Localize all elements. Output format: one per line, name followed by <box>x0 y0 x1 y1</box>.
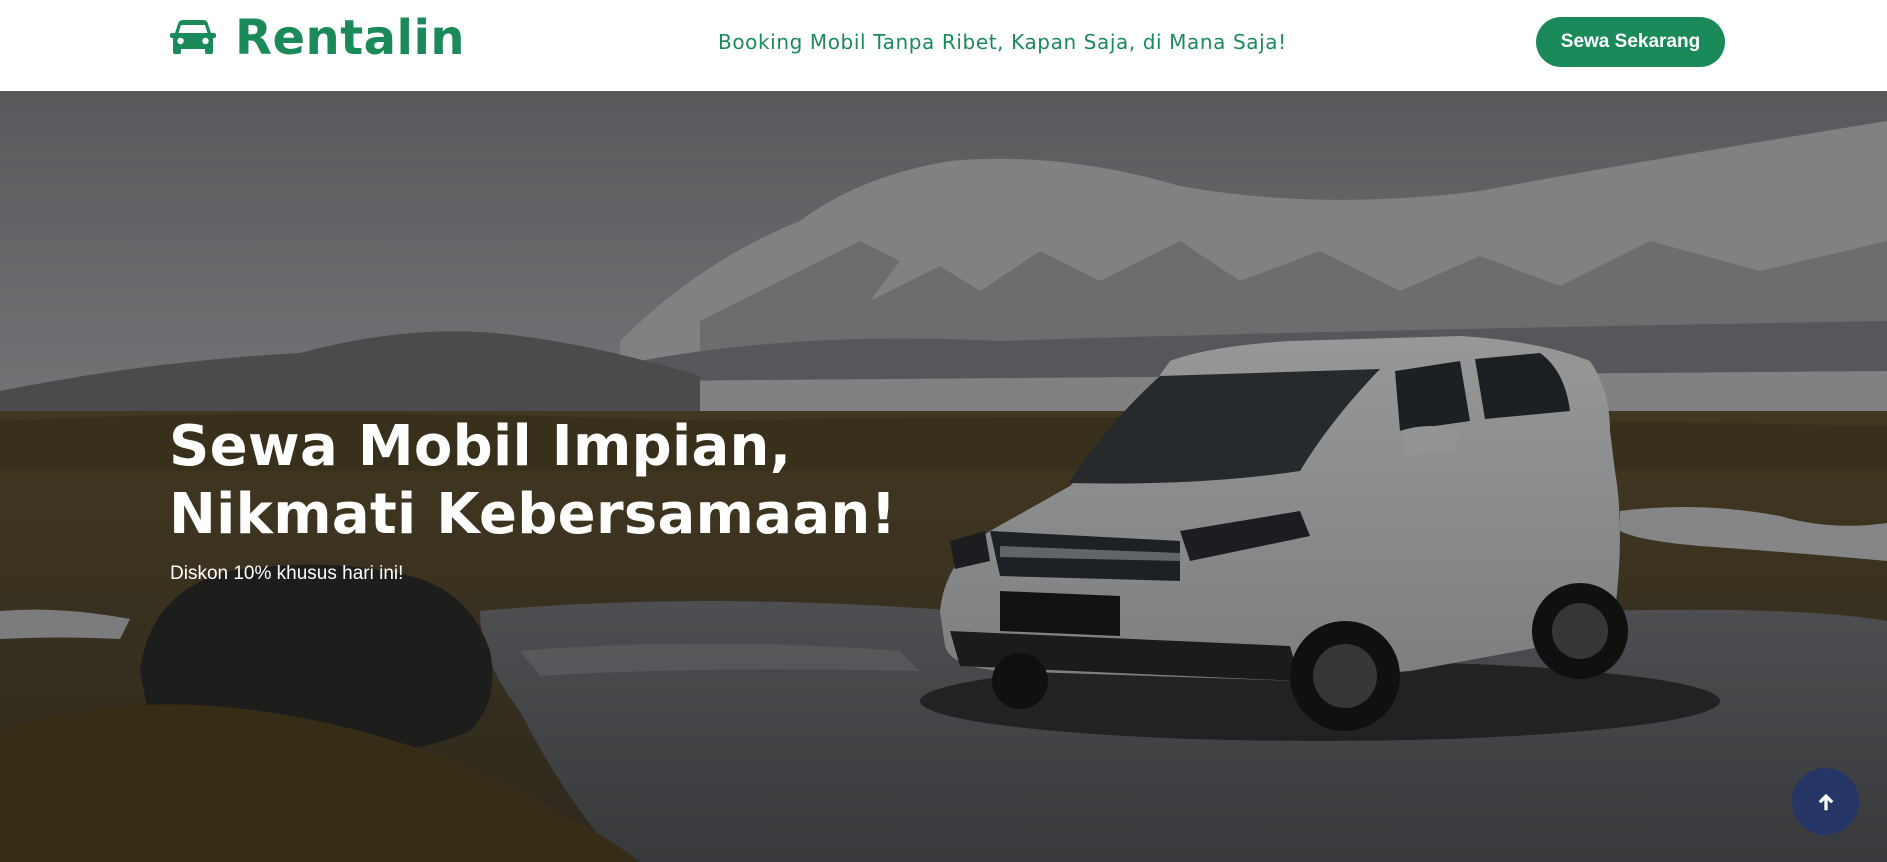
brand-name: Rentalin <box>235 10 466 66</box>
hero-title-line-2: Nikmati Kebersamaan! <box>169 482 897 547</box>
car-icon <box>170 20 216 54</box>
hero-section: Sewa Mobil Impian, Nikmati Kebersamaan! … <box>0 91 1887 862</box>
page: Rentalin Booking Mobil Tanpa Ribet, Kapa… <box>0 0 1887 862</box>
arrow-up-icon <box>1818 793 1833 810</box>
hero-title: Sewa Mobil Impian, Nikmati Kebersamaan! <box>169 413 896 549</box>
hero-subtitle: Diskon 10% khusus hari ini! <box>170 563 404 584</box>
brand-logo-link[interactable]: Rentalin <box>169 10 465 66</box>
rent-now-button[interactable]: Sewa Sekarang <box>1536 17 1725 67</box>
header-tagline: Booking Mobil Tanpa Ribet, Kapan Saja, d… <box>718 30 1287 54</box>
hero-title-line-1: Sewa Mobil Impian, <box>169 414 792 479</box>
back-to-top-button[interactable] <box>1792 768 1859 835</box>
site-header: Rentalin Booking Mobil Tanpa Ribet, Kapa… <box>0 0 1887 91</box>
